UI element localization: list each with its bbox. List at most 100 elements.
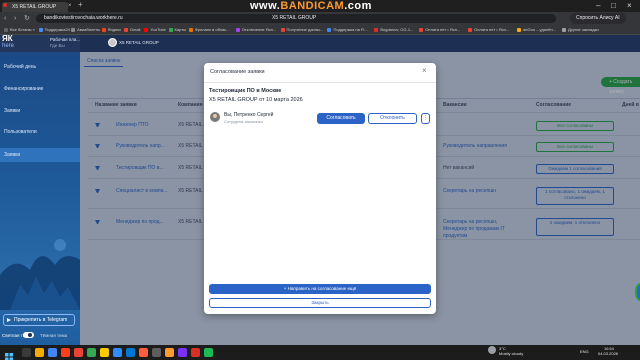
app-logo-sub: here — [2, 43, 15, 49]
store-icon[interactable] — [87, 348, 96, 357]
explorer-icon[interactable] — [35, 348, 44, 357]
app-icon[interactable] — [204, 348, 213, 357]
bookmark-item[interactable]: Gmail — [123, 25, 141, 35]
new-tab-icon[interactable]: + — [78, 1, 83, 9]
sidebar-item[interactable]: Финансирование — [0, 82, 80, 96]
bookmark-item[interactable]: Получение данны... — [280, 25, 323, 35]
screen: X5 RETAIL GROUP × + www.BANDICAM.com – □… — [0, 0, 640, 360]
telegram-button[interactable]: Прикрепить в Telegram — [3, 314, 75, 326]
maximize-icon[interactable]: □ — [611, 0, 616, 11]
tab-title: X5 RETAIL GROUP — [12, 4, 57, 10]
edge-icon[interactable] — [126, 348, 135, 357]
bookmark-label: Оплата нет • Ясп... — [425, 27, 461, 32]
tab-close-icon[interactable]: × — [68, 2, 72, 10]
support-chat-button[interactable] — [635, 283, 640, 301]
modal-close-icon[interactable]: × — [422, 66, 427, 76]
reject-button[interactable]: Отклонить — [368, 113, 417, 124]
modal-request-subtitle: X5 RETAIL GROUP от 10 марта 2026 — [209, 97, 303, 103]
more-options-icon[interactable]: ⋮ — [421, 113, 430, 124]
bandicam-watermark: www.BANDICAM.com — [250, 0, 372, 12]
gmail-icon[interactable] — [74, 348, 83, 357]
modal-divider — [204, 82, 436, 83]
bookmark-item[interactable]: Отключение Ясп... — [235, 25, 277, 35]
company-name[interactable]: X5 RETAIL GROUP — [119, 40, 159, 45]
browser-tab[interactable]: X5 RETAIL GROUP — [2, 2, 68, 12]
bookmark-label: Bogdanov, OG-1... — [380, 27, 414, 32]
sidebar-item[interactable]: Заявки — [0, 104, 80, 118]
bookmark-favicon-icon — [144, 27, 149, 32]
bandicam-icon[interactable] — [165, 348, 174, 357]
bookmark-favicon-icon — [123, 27, 128, 32]
bookmark-item[interactable]: Авиабилеты — [71, 25, 100, 35]
bookmark-label: Отключение Ясп... — [241, 27, 277, 32]
sidebar-item[interactable]: Рабочий день — [0, 60, 80, 74]
page-title: X5 RETAIL GROUP — [272, 15, 317, 21]
bookmark-favicon-icon — [235, 27, 240, 32]
app-icon[interactable] — [178, 348, 187, 357]
theme-dark-label: Тёмная тема — [40, 333, 68, 338]
bookmark-favicon-icon — [327, 27, 332, 32]
approver-name: Вы, Петренко Сергей — [224, 112, 274, 118]
bookmark-favicon-icon — [168, 27, 173, 32]
bookmark-favicon-icon — [280, 27, 285, 32]
bookmark-item[interactable]: deGoo – удалён... — [517, 25, 556, 35]
bookmark-item[interactable]: Яндекс — [101, 25, 122, 35]
telegram-app-icon[interactable] — [113, 348, 122, 357]
window-close-icon[interactable]: × — [627, 0, 632, 11]
bookmark-favicon-icon — [561, 27, 566, 32]
bookmark-item[interactable]: Bogdanov, OG-1... — [374, 25, 413, 35]
bookmark-favicon-icon — [517, 27, 522, 32]
back-icon[interactable]: ‹ — [4, 12, 6, 25]
bookmark-label: deGoo – удалён... — [523, 27, 557, 32]
clock-date[interactable]: 04.03.2026 — [598, 351, 618, 356]
company-avatar[interactable] — [108, 38, 117, 47]
app-icon[interactable] — [191, 348, 200, 357]
url-text: bandikovtestirovochaia.workhere.ru — [44, 15, 123, 21]
bookmark-item[interactable]: Другие закладки — [561, 25, 599, 35]
ask-alisa-button[interactable]: Спросить Алису AI — [570, 13, 626, 24]
plan-label: Рабочая пла... — [50, 37, 81, 42]
sidebar-item[interactable]: Пользователи — [0, 125, 80, 139]
theme-toggle-knob — [28, 333, 32, 337]
approver-avatar-face — [213, 114, 217, 118]
forward-icon[interactable]: › — [14, 12, 16, 25]
language-indicator[interactable]: ENG — [580, 349, 589, 354]
reload-icon[interactable]: ↻ — [24, 12, 30, 25]
send-for-approval-button[interactable]: + Направить на согласование ещё — [209, 284, 431, 294]
bookmark-item[interactable]: Оплата нет • Ясп... — [419, 25, 460, 35]
plan-sublabel: Где Вы — [50, 43, 65, 48]
bookmark-item[interactable]: Поддержка на FI... — [327, 25, 368, 35]
modal-close-button[interactable]: Закрыть — [209, 298, 431, 308]
sidebar-item[interactable]: Заявки — [0, 148, 80, 162]
taskbar — [0, 345, 640, 360]
bookmark-item[interactable]: Поддержка24 — [38, 25, 70, 35]
bookmark-label: YouTube — [150, 27, 166, 32]
settings-icon[interactable] — [152, 348, 161, 357]
bookmark-favicon-icon — [419, 27, 424, 32]
bookmark-item[interactable]: YouTube — [144, 25, 166, 35]
app-icon[interactable] — [139, 348, 148, 357]
app-topnav — [0, 35, 640, 52]
notes-icon[interactable] — [100, 348, 109, 357]
chrome-icon[interactable] — [48, 348, 57, 357]
tab-favicon-icon — [3, 3, 7, 7]
approve-button[interactable]: Согласовать — [317, 113, 365, 124]
bookmark-favicon-icon — [4, 27, 8, 32]
bookmark-label: Фриланс в облас... — [194, 27, 230, 32]
bookmark-label: Поддержка24 — [44, 27, 70, 32]
app-logo[interactable]: ЯК — [2, 35, 13, 43]
bookmark-item[interactable]: Карты — [168, 25, 186, 35]
bookmark-label: Gmail — [129, 27, 141, 32]
bookmark-item[interactable]: Оплата нет • Ясп... — [468, 25, 509, 35]
bookmark-favicon-icon — [188, 27, 193, 32]
bookmark-item[interactable]: Фриланс в облас... — [188, 25, 230, 35]
minimize-icon[interactable]: – — [596, 0, 600, 11]
bookmark-favicon-icon — [374, 27, 379, 32]
bookmark-label: Яндекс — [107, 27, 122, 32]
bookmark-label: Все ботаны « — [10, 27, 35, 32]
search-icon[interactable] — [22, 348, 31, 357]
weather-icon — [488, 346, 496, 354]
yandex-icon[interactable] — [61, 348, 70, 357]
bookmark-label: Другие закладки — [567, 27, 599, 32]
windows-start-icon[interactable] — [5, 348, 13, 360]
